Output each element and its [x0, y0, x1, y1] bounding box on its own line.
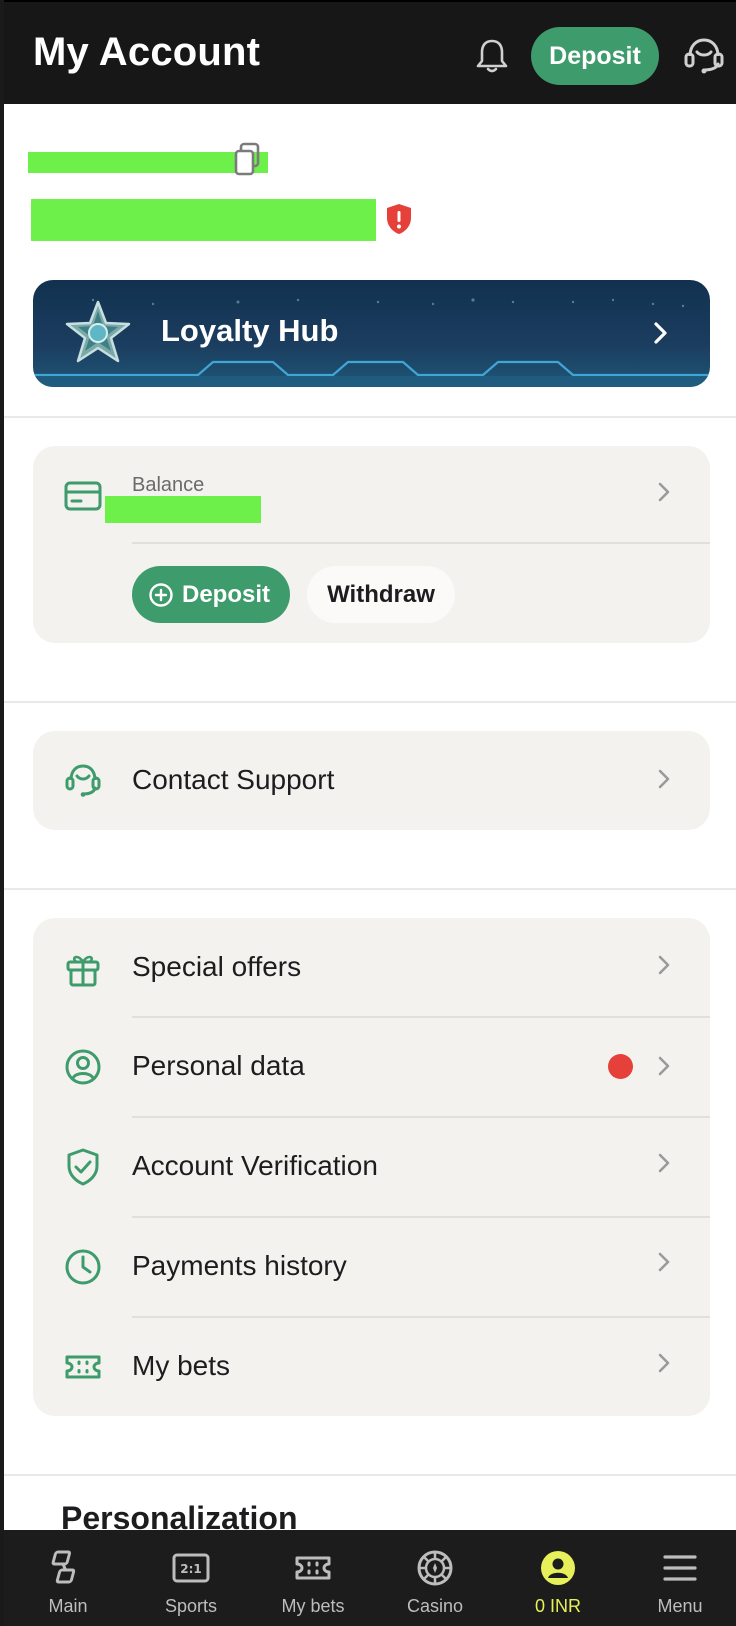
chevron-right-icon	[654, 322, 667, 344]
main-icon	[51, 1550, 76, 1584]
balance-card: Balance Deposit Withdraw	[33, 446, 710, 643]
menu-item-special-offers[interactable]: Special offers	[33, 918, 710, 1018]
page-title: My Account	[33, 30, 261, 74]
divider	[4, 701, 736, 703]
contact-support-label: Contact Support	[132, 764, 335, 795]
account-icon	[541, 1551, 575, 1585]
chevron-right-icon	[658, 769, 670, 789]
menu-item-label: My bets	[132, 1350, 231, 1381]
ticket-icon	[295, 1556, 331, 1580]
tab-label: My bets	[281, 1596, 345, 1616]
copy-icon[interactable]	[233, 141, 261, 177]
tab-casino[interactable]: Casino	[375, 1530, 495, 1626]
ticket-icon	[65, 1355, 101, 1379]
chevron-right-icon[interactable]	[656, 480, 672, 504]
balance-deposit-button[interactable]: Deposit	[132, 566, 290, 623]
support-headset-icon[interactable]	[681, 34, 727, 78]
tab-label: Main	[48, 1596, 88, 1616]
star-badge-icon	[65, 300, 131, 363]
user-circle-icon	[65, 1049, 101, 1085]
player-id-redacted	[28, 152, 268, 173]
casino-chip-icon	[417, 1550, 453, 1586]
bell-icon[interactable]	[472, 36, 512, 76]
gift-icon	[66, 955, 100, 987]
chevron-right-icon	[658, 1153, 670, 1173]
contact-support-card[interactable]: Contact Support	[33, 731, 710, 830]
tab-sports[interactable]: 2:1 Sports	[131, 1530, 251, 1626]
card-icon	[64, 481, 102, 511]
hamburger-icon	[663, 1555, 697, 1581]
alert-dot	[608, 1054, 633, 1079]
menu-item-label: Personal data	[132, 1050, 305, 1081]
menu-item-payments-history[interactable]: Payments history	[33, 1218, 710, 1318]
withdraw-button[interactable]: Withdraw	[307, 566, 455, 623]
divider	[4, 888, 736, 890]
divider	[4, 1474, 736, 1476]
chevron-right-icon	[658, 1353, 670, 1373]
player-name-redacted	[31, 199, 376, 241]
menu-item-label: Payments history	[132, 1250, 347, 1281]
sports-icon: 2:1	[172, 1553, 210, 1583]
menu-item-account-verification[interactable]: Account Verification	[33, 1118, 710, 1218]
loyalty-decoration	[33, 298, 710, 387]
tab-label: Casino	[406, 1596, 464, 1616]
menu-item-label: Account Verification	[132, 1150, 378, 1181]
deposit-label: Deposit	[182, 580, 271, 608]
support-headset-icon	[65, 764, 101, 797]
loyalty-hub-banner[interactable]: Loyalty Hub	[33, 280, 710, 387]
tab-label: 0 INR	[534, 1596, 581, 1616]
divider	[4, 416, 736, 418]
chevron-right-icon	[658, 1252, 670, 1272]
menu-item-my-bets[interactable]: My bets	[33, 1318, 710, 1416]
warning-shield-icon[interactable]	[384, 202, 414, 236]
tab-label: Menu	[657, 1596, 703, 1616]
balance-label: Balance	[132, 474, 205, 496]
tab-account[interactable]: 0 INR	[498, 1530, 618, 1626]
row-separator	[132, 542, 710, 544]
tab-menu[interactable]: Menu	[620, 1530, 736, 1626]
loyalty-hub-title: Loyalty Hub	[161, 313, 339, 348]
shield-check-icon	[67, 1148, 99, 1186]
svg-text:2:1: 2:1	[180, 1562, 202, 1576]
clock-icon	[65, 1249, 101, 1285]
chevron-right-icon	[658, 1056, 670, 1076]
tab-my-bets[interactable]: My bets	[253, 1530, 373, 1626]
header-deposit-button[interactable]: Deposit	[531, 27, 659, 85]
balance-amount-redacted	[105, 496, 261, 523]
menu-item-label: Special offers	[132, 951, 302, 982]
tab-main[interactable]: Main	[8, 1530, 128, 1626]
tab-label: Sports	[164, 1596, 218, 1616]
bottom-tab-bar: Main 2:1 Sports My bets Casino 0 INR Men…	[4, 1530, 736, 1626]
top-bar: My Account Deposit	[4, 0, 736, 104]
plus-circle-icon	[149, 582, 173, 607]
menu-item-personal-data[interactable]: Personal data	[33, 1018, 710, 1118]
account-menu-card: Special offers Personal data Account Ver…	[33, 918, 710, 1416]
chevron-right-icon	[658, 955, 670, 975]
